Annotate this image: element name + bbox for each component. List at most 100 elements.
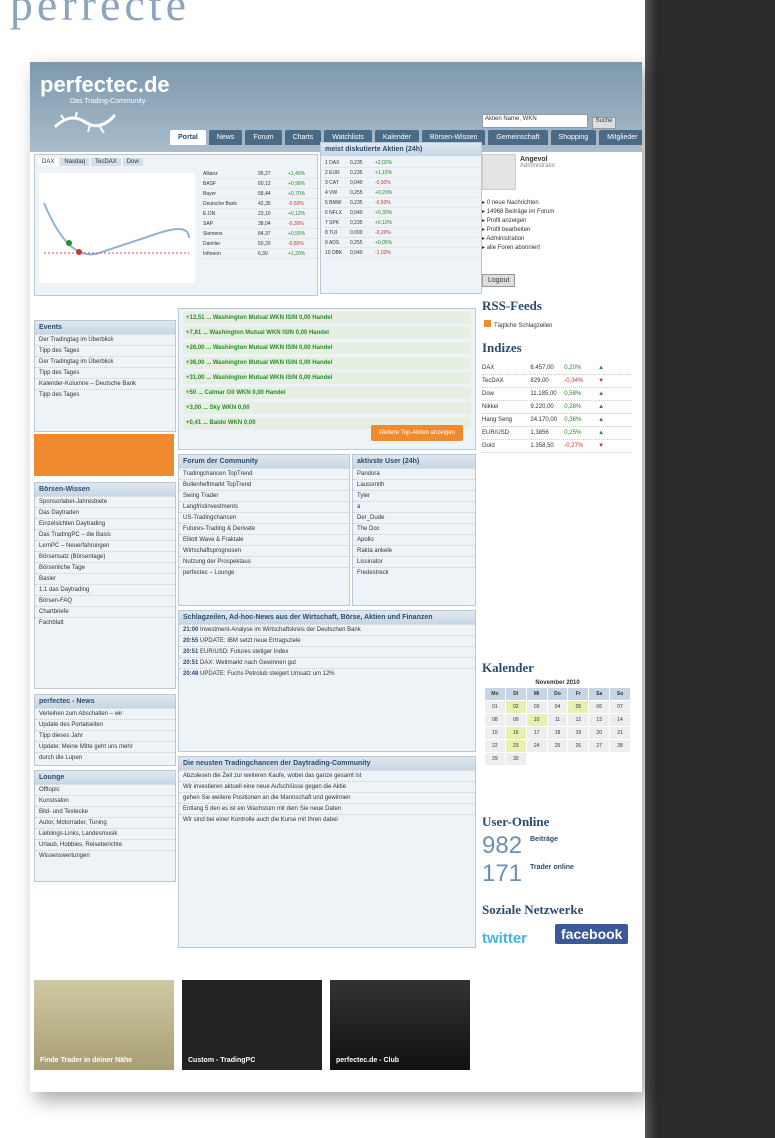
user-item[interactable]: Laussmith [353, 479, 475, 490]
market-row[interactable]: Infineon 6,30 +1,20% [203, 249, 323, 259]
nav-charts[interactable]: Charts [284, 130, 322, 145]
tab-dax[interactable]: DAX [38, 158, 59, 166]
news-item[interactable]: Update des Portalseiten [35, 719, 175, 730]
community-item[interactable]: Wir investieren aktuell eine neue Aufsch… [179, 781, 475, 792]
wissen-item[interactable]: 1:1 das Daytrading [35, 584, 175, 595]
market-row[interactable]: Allianz 95,27 +1,40% [203, 169, 323, 179]
site-logo[interactable]: perfectec.de Das Trading-Community [40, 72, 170, 105]
lounge-item[interactable]: Lieblings-Links, Landesmusik [35, 828, 175, 839]
wissen-item[interactable]: Basler [35, 573, 175, 584]
profile-link[interactable]: ▸ 0 neue Nachrichten [482, 198, 632, 207]
more-stocks-button[interactable]: Weitere Top-Aktien anzeigen [370, 425, 463, 441]
nav-forum[interactable]: Forum [245, 130, 282, 145]
most-discussed-row[interactable]: 3 CAT 0,040 -0,90% [325, 178, 477, 188]
market-row[interactable]: Deutsche Bank 42,35 -0,50% [203, 199, 323, 209]
market-row[interactable]: Bayer 58,44 +0,70% [203, 189, 323, 199]
calendar-date[interactable]: 24 [526, 740, 547, 752]
calendar-date[interactable]: 22 [485, 740, 505, 752]
calendar-date[interactable]: 18 [547, 727, 568, 739]
most-discussed-row[interactable]: 10 DBK 0,040 -1,02% [325, 248, 477, 258]
calendar-date[interactable]: 05 [568, 701, 589, 713]
most-discussed-row[interactable]: 6 NFLX 0,040 +0,30% [325, 208, 477, 218]
user-item[interactable]: Fredestreck [353, 567, 475, 578]
most-discussed-row[interactable]: 1 DAX 0,235 +2,02% [325, 158, 477, 168]
most-discussed-row[interactable]: 5 BMW 0,235 -0,50% [325, 198, 477, 208]
most-discussed-row[interactable]: 7 SPK 0,235 +0,10% [325, 218, 477, 228]
calendar-date[interactable]: 29 [485, 753, 505, 765]
calendar-date[interactable]: 17 [526, 727, 547, 739]
stock-row[interactable]: +26,00 ... Washington Mutual WKN ISIN 0,… [183, 342, 471, 354]
forum-item[interactable]: Elliott Wave & Fraktale [179, 534, 349, 545]
event-item[interactable]: Der Tradingtag im Überblick [35, 334, 175, 345]
event-item[interactable]: Tipp des Tages [35, 345, 175, 356]
user-item[interactable]: Der_Dude [353, 512, 475, 523]
news-item[interactable]: Verleihen zum Abschalten – wir [35, 708, 175, 719]
market-row[interactable]: SAP 38,04 -0,30% [203, 219, 323, 229]
community-item[interactable]: gehen Sie weitere Positionen an die Mann… [179, 792, 475, 803]
stock-row[interactable]: +31,00 ... Washington Mutual WKN ISIN 0,… [183, 372, 471, 384]
lounge-item[interactable]: Offtopic [35, 784, 175, 795]
wissen-item[interactable]: Sponsorlabel-Jahresbiete [35, 496, 175, 507]
headline-item[interactable]: 20:51 DAX: Weltmarkt nach Gewinnen gut [179, 657, 475, 668]
community-item[interactable]: Entlang 5 den es ist ein Wachstum mit de… [179, 803, 475, 814]
forum-item[interactable]: Swing Trader [179, 490, 349, 501]
forum-item[interactable]: perfectec – Lounge [179, 567, 349, 578]
most-discussed-row[interactable]: 2 EUR 0,235 +1,15% [325, 168, 477, 178]
forum-item[interactable]: Bullenheftmarkt TopTrend [179, 479, 349, 490]
profile-link[interactable]: ▸ 14968 Beiträge im Forum [482, 207, 632, 216]
event-item[interactable]: Kalender-Kolumne – Deutsche Bank [35, 378, 175, 389]
market-row[interactable]: E.ON 23,10 +0,12% [203, 209, 323, 219]
calendar-date[interactable]: 30 [505, 753, 526, 765]
rss-item[interactable]: Tägliche Schlagzeilen [484, 320, 552, 329]
tab-nasdaq[interactable]: Nasdaq [60, 158, 90, 166]
twitter-button[interactable]: twitter [482, 930, 527, 947]
calendar-date[interactable]: 08 [485, 714, 505, 726]
event-item[interactable]: Tipp des Tages [35, 389, 175, 400]
wissen-item[interactable]: Das Daytraden [35, 507, 175, 518]
news-item[interactable]: Update: Meine Mitte geht uns mehr [35, 741, 175, 752]
stock-row[interactable]: +50 ... Calmar Oil WKN 0,00 Handel [183, 387, 471, 399]
calendar-date[interactable]: 14 [610, 714, 630, 726]
profile-link[interactable]: ▸ Profil anzeigen [482, 216, 632, 225]
orange-banner[interactable] [34, 434, 174, 476]
user-item[interactable]: Rakta ankele [353, 545, 475, 556]
event-item[interactable]: Tipp des Tages [35, 367, 175, 378]
forum-item[interactable]: Langfristinvestments [179, 501, 349, 512]
calendar-date[interactable]: 10 [526, 714, 547, 726]
calendar-date[interactable]: 02 [505, 701, 526, 713]
nav-portal[interactable]: Portal [170, 130, 206, 145]
calendar-date[interactable]: 20 [589, 727, 610, 739]
wissen-item[interactable]: Fachblatt [35, 617, 175, 628]
calendar-date[interactable]: 04 [547, 701, 568, 713]
search-button[interactable]: Suche [592, 117, 616, 129]
forum-item[interactable]: US-Tradingchancen [179, 512, 349, 523]
headline-item[interactable]: 20:55 UPDATE: IBM setzt neue Ertragsziel… [179, 635, 475, 646]
community-item[interactable]: Wir sind bei einer Kontrolle auch die Ku… [179, 814, 475, 825]
profile-link[interactable]: ▸ alle Foren abonniert [482, 243, 632, 252]
wissen-item[interactable]: Börsen-FAQ [35, 595, 175, 606]
calendar-date[interactable]: 28 [610, 740, 630, 752]
lounge-item[interactable]: Kunstsalon [35, 795, 175, 806]
calendar-date[interactable]: 23 [505, 740, 526, 752]
lounge-item[interactable]: Autor, Motorrader, Tuning [35, 817, 175, 828]
user-item[interactable]: Apollo [353, 534, 475, 545]
forum-item[interactable]: Nutzung der Prospektaus [179, 556, 349, 567]
index-row[interactable]: EUR/USD 1,3856 0,25% ▲ [482, 427, 632, 440]
index-row[interactable]: Nikkei 9.220,00 0,28% ▲ [482, 401, 632, 414]
forum-item[interactable]: Tradingchancen TopTrend [179, 468, 349, 479]
user-item[interactable]: The Doc [353, 523, 475, 534]
trader-map-thumb[interactable]: Finde Trader in deiner Nähe [34, 980, 174, 1070]
calendar-date[interactable]: 27 [589, 740, 610, 752]
wissen-item[interactable]: Börsensatz (Börsentage) [35, 551, 175, 562]
calendar-date[interactable]: 06 [589, 701, 610, 713]
index-row[interactable]: DAX 6.457,00 0,20% ▲ [482, 362, 632, 375]
index-row[interactable]: Dow 11.185,00 0,58% ▲ [482, 388, 632, 401]
profile-link[interactable]: ▸ Administration [482, 234, 632, 243]
news-item[interactable]: durch die Lupen [35, 752, 175, 763]
user-item[interactable]: Lissinator [353, 556, 475, 567]
market-row[interactable]: Siemens 84,37 +0,55% [203, 229, 323, 239]
headline-item[interactable]: 21:00 Investment-Analyse im Wirtschaftsk… [179, 624, 475, 635]
news-item[interactable]: Tipp dieses Jahr [35, 730, 175, 741]
lounge-item[interactable]: Urlaub, Hobbies, Reiseberichte [35, 839, 175, 850]
facebook-button[interactable]: facebook [555, 924, 629, 944]
